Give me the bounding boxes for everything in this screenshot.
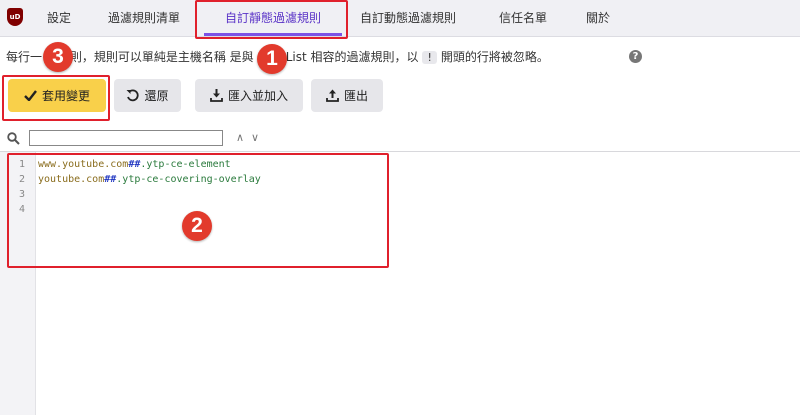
import-icon <box>210 89 223 102</box>
search-icon <box>7 132 20 145</box>
tab-settings[interactable]: 設定 <box>47 0 71 36</box>
comment-prefix-kbd: ! <box>422 51 437 64</box>
filter-separator: ## <box>128 159 141 170</box>
step-badge-1: 1 <box>257 44 287 74</box>
find-next-chevron-down-icon[interactable]: ∨ <box>251 131 259 144</box>
import-append-button[interactable]: 匯入並加入 <box>195 79 303 112</box>
revert-label: 還原 <box>144 89 169 103</box>
ublock-logo-icon: uD <box>7 8 23 26</box>
tab-my-rules[interactable]: 自訂動態過濾規則 <box>360 0 456 36</box>
apply-changes-button[interactable]: 套用變更 <box>8 79 106 112</box>
line-number: 2 <box>18 174 25 185</box>
line-number: 4 <box>18 204 25 215</box>
export-button[interactable]: 匯出 <box>311 79 383 112</box>
line-number-gutter: 1 2 3 4 <box>0 152 36 415</box>
search-input[interactable] <box>29 130 223 146</box>
filter-hostname: youtube.com <box>38 174 105 185</box>
filter-line[interactable]: www.youtube.com##.ytp-ce-element <box>38 159 231 170</box>
help-icon[interactable]: ? <box>629 50 642 63</box>
find-bar: ∧ ∨ <box>0 127 800 151</box>
undo-icon <box>126 89 140 102</box>
filters-editor[interactable]: 1 2 3 4 www.youtube.com##.ytp-ce-element… <box>0 151 800 415</box>
tab-filter-lists[interactable]: 過濾規則清單 <box>108 0 180 36</box>
filter-selector: .ytp-ce-element <box>140 159 231 170</box>
description-text-end: 開頭的行將被忽略。 <box>440 50 549 64</box>
step-badge-2: 2 <box>182 211 212 241</box>
filter-separator: ## <box>104 174 117 185</box>
apply-changes-label: 套用變更 <box>41 89 90 103</box>
tab-trusted-sites[interactable]: 信任名單 <box>499 0 547 36</box>
export-label: 匯出 <box>343 89 368 103</box>
revert-button[interactable]: 還原 <box>114 79 181 112</box>
import-append-label: 匯入並加入 <box>227 89 288 103</box>
tab-my-filters[interactable]: 自訂靜態過濾規則 <box>204 0 342 36</box>
line-number: 3 <box>18 189 25 200</box>
filter-hostname: www.youtube.com <box>38 159 129 170</box>
checkmark-icon <box>24 90 37 101</box>
filter-line[interactable]: youtube.com##.ytp-ce-covering-overlay <box>38 174 261 185</box>
step-badge-3: 3 <box>43 42 73 72</box>
find-previous-chevron-up-icon[interactable]: ∧ <box>236 131 244 144</box>
export-icon <box>326 89 339 102</box>
line-number: 1 <box>18 159 25 170</box>
tab-about[interactable]: 關於 <box>586 0 610 36</box>
filter-selector: .ytp-ce-covering-overlay <box>116 174 261 185</box>
top-nav: uD 設定 過濾規則清單 自訂靜態過濾規則 自訂動態過濾規則 信任名單 關於 <box>0 0 800 37</box>
